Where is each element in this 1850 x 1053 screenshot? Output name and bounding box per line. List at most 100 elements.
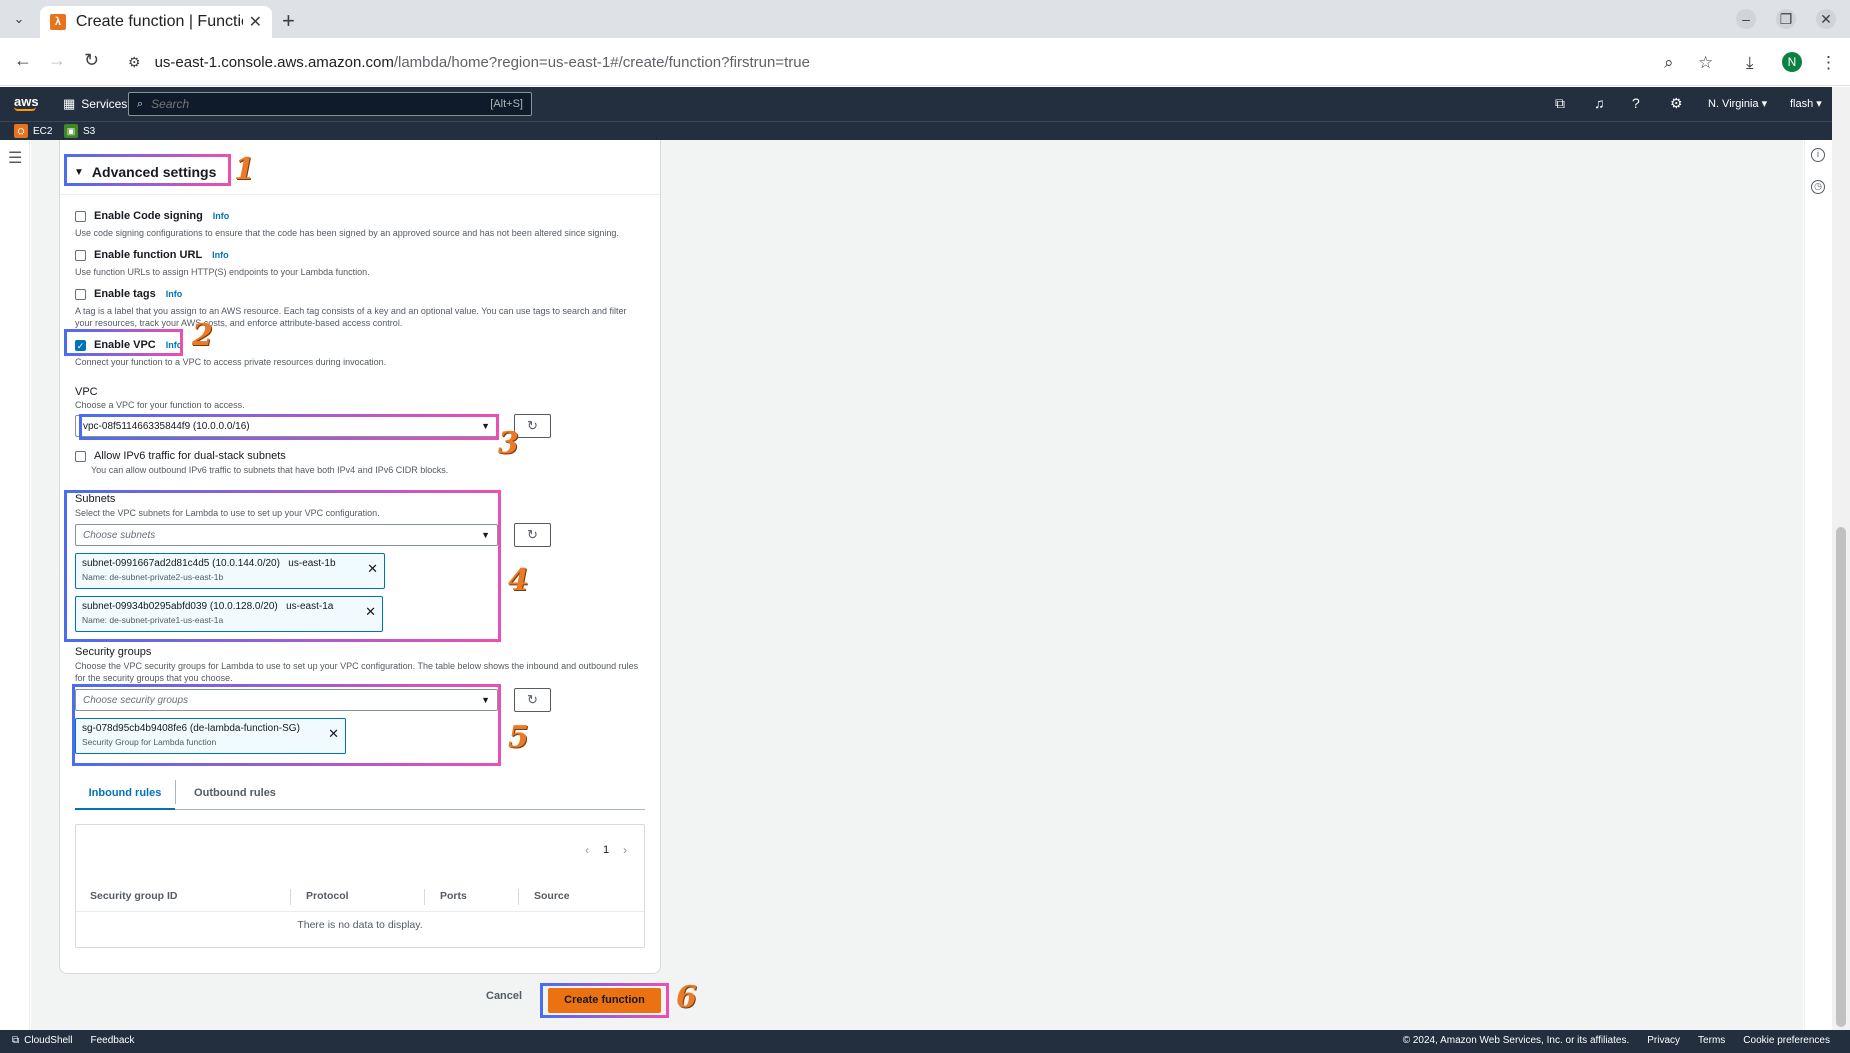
code-signing-checkbox[interactable] — [75, 210, 86, 222]
minimize-icon[interactable]: – — [1736, 9, 1756, 29]
cancel-button[interactable]: Cancel — [486, 990, 522, 1002]
scrollbar-thumb[interactable] — [1836, 527, 1846, 1027]
back-icon[interactable]: ← — [14, 50, 32, 71]
url-host: us-east-1.console.aws.amazon.com — [154, 53, 394, 71]
function-url-option[interactable]: Enable function URL Info — [75, 249, 229, 261]
url-path: /lambda/home?region=us-east-1#/create/fu… — [393, 53, 810, 71]
prev-page-icon[interactable]: ‹ — [585, 843, 589, 857]
right-tools-rail: i ◷ — [1804, 140, 1832, 1030]
footer-left: ⧉ CloudShell Feedback — [12, 1035, 134, 1046]
tab-outbound-rules[interactable]: Outbound rules — [185, 776, 285, 810]
lambda-favicon-icon: λ — [50, 14, 66, 30]
empty-table-message: There is no data to display. — [297, 919, 423, 931]
console-footer: ⧉ CloudShell Feedback © 2024, Amazon Web… — [0, 1030, 1850, 1053]
column-header[interactable]: Protocol — [306, 890, 349, 902]
security-groups-description: Choose the VPC security groups for Lambd… — [75, 661, 639, 683]
ipv6-description: You can allow outbound IPv6 traffic to s… — [91, 465, 449, 475]
security-groups-field-label: Security groups — [75, 646, 152, 658]
aws-console-header: aws ▦ Services ⌕ [Alt+S] ⧉ ♫ ? ⚙ N. Virg… — [0, 87, 1832, 121]
tab-inbound-rules[interactable]: Inbound rules — [75, 776, 175, 810]
tab-title: Create function | Functio — [75, 13, 243, 30]
tags-info-link[interactable]: Info — [166, 289, 183, 299]
tags-checkbox[interactable] — [75, 288, 86, 300]
restore-icon[interactable]: ❐ — [1776, 9, 1796, 29]
download-icon[interactable]: ⤓ — [1746, 53, 1754, 73]
site-info-icon[interactable]: ⚙ — [128, 54, 141, 71]
notifications-bell-icon[interactable]: ♫ — [1594, 95, 1605, 111]
favorite-ec2-label: EC2 — [33, 125, 53, 137]
subnets-refresh-button[interactable]: ↻ — [514, 523, 551, 547]
cloudshell-icon: ⧉ — [12, 1035, 20, 1046]
function-url-checkbox[interactable] — [75, 249, 86, 261]
favorites-bar: ⛭ EC2 ▣ S3 — [0, 121, 1832, 140]
annotation-number: 1 — [234, 152, 255, 187]
footer-right: © 2024, Amazon Web Services, Inc. or its… — [1385, 1035, 1830, 1046]
column-header[interactable]: Security group ID — [90, 890, 178, 902]
ipv6-checkbox[interactable] — [75, 450, 86, 462]
column-header[interactable]: Source — [534, 890, 570, 902]
code-signing-info-link[interactable]: Info — [213, 211, 230, 221]
tags-label: Enable tags — [94, 288, 156, 300]
browser-tab-bar: ⌄ λ Create function | Functio ✕ + – ❐ ✕ — [0, 0, 1850, 38]
tab-close-icon[interactable]: ✕ — [249, 12, 262, 32]
console-search[interactable]: ⌕ [Alt+S] — [128, 92, 532, 116]
refresh-icon: ↻ — [527, 418, 538, 433]
reload-icon[interactable]: ↻ — [84, 50, 99, 71]
code-signing-option[interactable]: Enable Code signing Info — [75, 210, 229, 222]
annotation-number: 2 — [192, 318, 213, 353]
ipv6-label: Allow IPv6 traffic for dual-stack subnet… — [94, 450, 286, 462]
column-header[interactable]: Ports — [440, 890, 467, 902]
search-shortcut-hint: [Alt+S] — [490, 98, 523, 110]
browser-menu-icon[interactable]: ⋮ — [1820, 53, 1837, 73]
annotation-number: 3 — [498, 426, 519, 461]
vpc-field-label: VPC — [75, 386, 98, 398]
forward-icon[interactable]: → — [48, 50, 66, 71]
cookie-preferences-link[interactable]: Cookie preferences — [1743, 1035, 1830, 1046]
s3-icon: ▣ — [64, 124, 78, 138]
profile-avatar[interactable]: N — [1782, 52, 1802, 72]
terms-link[interactable]: Terms — [1698, 1035, 1725, 1046]
security-groups-refresh-button[interactable]: ↻ — [514, 688, 551, 712]
help-icon[interactable]: ? — [1632, 95, 1640, 111]
code-signing-label: Enable Code signing — [94, 210, 203, 222]
annotation-number: 5 — [508, 720, 529, 755]
tab-list-dropdown-icon[interactable]: ⌄ — [8, 8, 30, 30]
ipv6-option[interactable]: Allow IPv6 traffic for dual-stack subnet… — [75, 450, 286, 462]
zoom-icon[interactable]: ⌕ — [1664, 53, 1674, 73]
hamburger-menu-icon[interactable]: ☰ — [8, 148, 22, 168]
favorite-s3-label: S3 — [83, 125, 96, 137]
info-panel-icon[interactable]: i — [1811, 148, 1825, 162]
cloudshell-link[interactable]: CloudShell — [24, 1035, 72, 1046]
tags-option[interactable]: Enable tags Info — [75, 288, 182, 300]
browser-tab[interactable]: λ Create function | Functio ✕ — [40, 6, 272, 38]
privacy-link[interactable]: Privacy — [1647, 1035, 1680, 1046]
url-field[interactable]: ⚙ us-east-1.console.aws.amazon.com /lamb… — [120, 44, 1720, 80]
annotation-frame — [64, 154, 231, 186]
new-tab-icon[interactable]: + — [282, 8, 295, 34]
settings-gear-icon[interactable]: ⚙ — [1670, 95, 1683, 112]
next-page-icon[interactable]: › — [623, 843, 627, 857]
account-menu[interactable]: flash ▾ — [1790, 97, 1822, 110]
page-scrollbar[interactable] — [1832, 87, 1850, 1030]
function-url-info-link[interactable]: Info — [212, 250, 229, 260]
search-input[interactable] — [151, 97, 491, 111]
tab-separator — [175, 780, 176, 804]
services-menu[interactable]: ▦ Services — [63, 96, 127, 112]
favorite-s3[interactable]: ▣ S3 — [64, 124, 95, 138]
annotation-frame — [540, 983, 669, 1018]
bookmark-star-icon[interactable]: ☆ — [1698, 53, 1713, 73]
column-divider — [290, 889, 291, 905]
favorite-ec2[interactable]: ⛭ EC2 — [14, 124, 52, 138]
vpc-field-description: Choose a VPC for your function to access… — [75, 400, 245, 410]
annotation-frame — [64, 329, 183, 356]
cloudshell-icon[interactable]: ⧉ — [1555, 95, 1565, 112]
history-icon[interactable]: ◷ — [1811, 180, 1825, 194]
current-page[interactable]: 1 — [603, 844, 609, 856]
close-window-icon[interactable]: ✕ — [1816, 9, 1836, 29]
section-divider — [60, 194, 660, 195]
column-divider — [518, 889, 519, 905]
vpc-refresh-button[interactable]: ↻ — [514, 414, 551, 438]
region-selector[interactable]: N. Virginia ▾ — [1708, 97, 1767, 110]
refresh-icon: ↻ — [527, 527, 538, 542]
feedback-link[interactable]: Feedback — [91, 1035, 135, 1046]
